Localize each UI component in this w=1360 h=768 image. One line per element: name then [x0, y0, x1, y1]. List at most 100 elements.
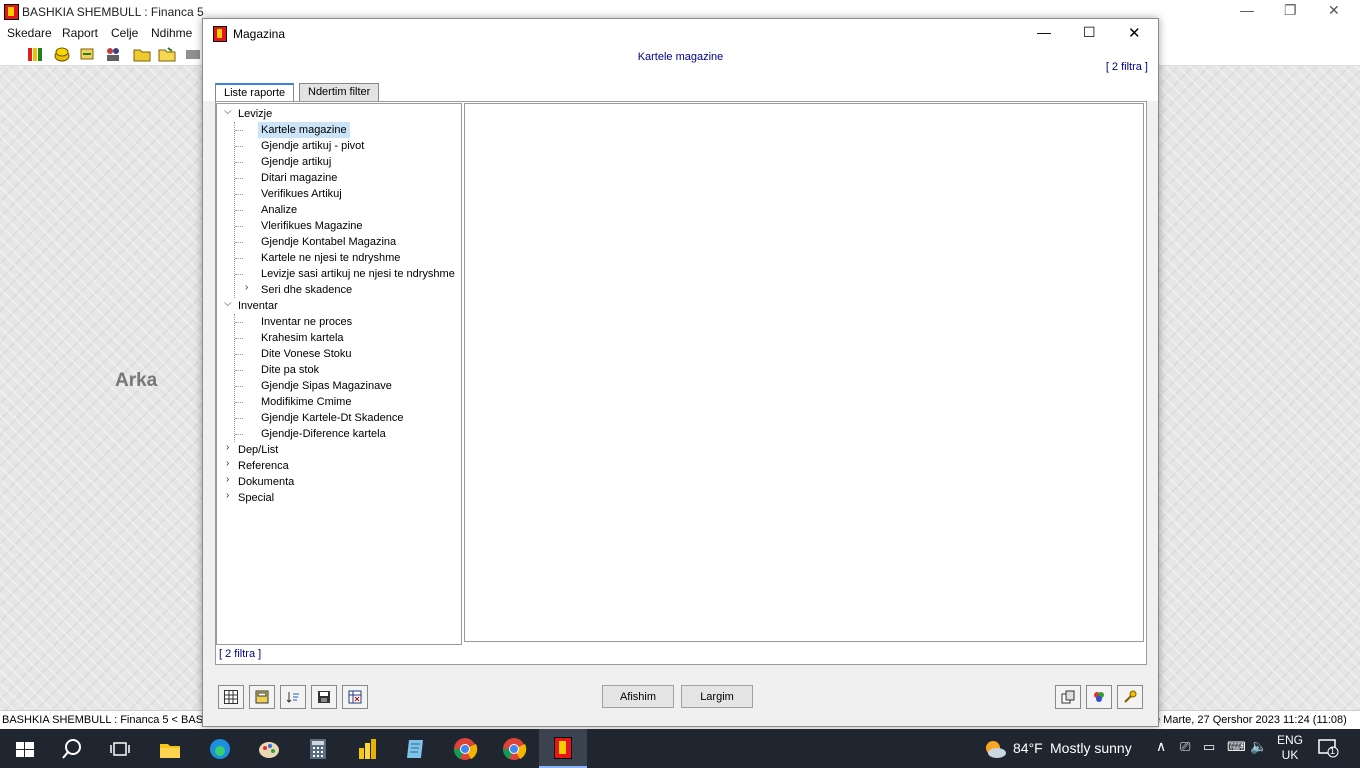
network-icon[interactable]: ⌨ [1227, 739, 1246, 755]
palette-button[interactable] [1086, 685, 1112, 709]
task-view-icon[interactable] [107, 736, 133, 762]
calculator-button[interactable] [249, 685, 275, 709]
edge-browser-icon[interactable] [207, 736, 233, 762]
tree-item-analize[interactable]: Analize [261, 202, 297, 218]
chevron-right-icon[interactable]: › [226, 458, 229, 469]
toolbar-books-icon[interactable] [27, 45, 45, 63]
tree-item-vlerifikues-magazine[interactable]: Vlerifikues Magazine [261, 218, 363, 234]
tree-item-ditari-magazine[interactable]: Ditari magazine [261, 170, 337, 186]
excel-export-button[interactable] [342, 685, 368, 709]
report-preview-pane [464, 103, 1144, 642]
minimize-icon[interactable]: — [1240, 2, 1254, 18]
report-title: Kartele magazine [637, 51, 724, 63]
power-bi-icon[interactable] [354, 736, 380, 762]
lang-bottom: UK [1281, 748, 1299, 762]
copy-icon [1061, 690, 1075, 704]
language-indicator[interactable]: ENG UK [1277, 733, 1303, 763]
chevron-right-icon[interactable]: › [226, 474, 229, 485]
tab-liste-raporte[interactable]: Liste raporte [215, 83, 295, 102]
tree-item-inventar-ne-proces[interactable]: Inventar ne proces [261, 314, 352, 330]
dialog-maximize-icon[interactable]: ☐ [1083, 24, 1096, 41]
menu-celje[interactable]: Celje [111, 26, 138, 40]
restore-icon[interactable]: ❐ [1284, 2, 1297, 19]
wrench-icon [1124, 690, 1137, 703]
battery-icon[interactable]: ▭ [1203, 739, 1215, 755]
tree-group-dokumenta[interactable]: Dokumenta [238, 474, 294, 490]
tree-group-dep-list[interactable]: Dep/List [238, 442, 278, 458]
tree-item-levizje-sasi[interactable]: Levizje sasi artikuj ne njesi te ndryshm… [261, 266, 455, 282]
menu-raport[interactable]: Raport [62, 26, 98, 40]
financa-app-icon [554, 737, 572, 759]
desktop-label-arka[interactable]: Arka [115, 370, 157, 392]
calculator-app-icon[interactable] [305, 736, 331, 762]
tree-item-modifikime-cmime[interactable]: Modifikime Cmime [261, 394, 351, 410]
tree-group-levizje[interactable]: Levizje [238, 106, 272, 122]
tree-item-verifikues-artikuj[interactable]: Verifikues Artikuj [261, 186, 342, 202]
dialog-titlebar: Magazina — ☐ ✕ [203, 19, 1158, 49]
largim-button[interactable]: Largim [681, 685, 753, 708]
save-button[interactable] [311, 685, 337, 709]
chevron-right-icon[interactable]: › [226, 490, 229, 501]
tree-item-gjendje-sipas-magazinave[interactable]: Gjendje Sipas Magazinave [261, 378, 392, 394]
tree-group-inventar[interactable]: Inventar [238, 298, 278, 314]
chrome-icon[interactable] [452, 736, 478, 762]
weather-temperature[interactable]: 84°F [1013, 740, 1043, 756]
tree-group-referenca[interactable]: Referenca [238, 458, 289, 474]
tree-subgroup-seri-skadence[interactable]: Seri dhe skadence [261, 282, 352, 298]
tree-item-kartele-njesi[interactable]: Kartele ne njesi te ndryshme [261, 250, 400, 266]
paint-icon[interactable] [256, 736, 282, 762]
toolbar-folder-icon[interactable] [133, 45, 151, 63]
search-icon[interactable] [60, 736, 86, 762]
afishim-button[interactable]: Afishim [602, 685, 674, 708]
chevron-down-icon[interactable]: ⌵ [224, 298, 232, 309]
magazina-dialog: Magazina — ☐ ✕ Kartele magazine [ 2 filt… [202, 18, 1159, 727]
financa-taskbar-button[interactable] [539, 729, 587, 768]
tree-item-krahesim-kartela[interactable]: Krahesim kartela [261, 330, 344, 346]
weather-description[interactable]: Mostly sunny [1050, 740, 1132, 756]
palette-icon [1094, 692, 1104, 702]
tree-item-gjendje-kontabel[interactable]: Gjendje Kontabel Magazina [261, 234, 396, 250]
menu-ndihme[interactable]: Ndihme [151, 26, 192, 40]
toolbar-folder-open-icon[interactable] [158, 45, 176, 63]
windows-start-icon[interactable] [12, 736, 38, 762]
toolbar-transfer-icon[interactable] [79, 45, 97, 63]
sort-button[interactable] [280, 685, 306, 709]
chevron-down-icon[interactable]: ⌵ [224, 106, 232, 117]
chevron-up-icon[interactable]: ∧ [1156, 738, 1166, 755]
toolbar-print-icon[interactable] [184, 45, 202, 63]
close-icon[interactable]: ✕ [1328, 2, 1340, 19]
notifications-icon[interactable]: 1 [1318, 738, 1340, 758]
toolbar-coins-icon[interactable] [53, 45, 71, 63]
volume-icon[interactable]: 🔈 [1250, 738, 1267, 755]
chrome-profile-icon[interactable] [501, 736, 527, 762]
notification-count: 1 [1330, 746, 1336, 756]
weather-icon[interactable] [983, 738, 1007, 763]
floppy-icon [318, 691, 330, 703]
taskbar: 84°F Mostly sunny ∧ ⎚ ▭ ⌨ 🔈 ENG UK 1 [0, 729, 1360, 768]
tree-item-dite-pa-stok[interactable]: Dite pa stok [261, 362, 319, 378]
tree-item-gjendje-kartele-dt-skadence[interactable]: Gjendje Kartele-Dt Skadence [261, 410, 403, 426]
tree-item-gjendje-diference[interactable]: Gjendje-Diference kartela [261, 426, 386, 442]
tree-item-gjendje-artikuj[interactable]: Gjendje artikuj [261, 154, 331, 170]
tree-item-dite-vonese-stoku[interactable]: Dite Vonese Stoku [261, 346, 352, 362]
tools-button[interactable] [1117, 685, 1143, 709]
grid-view-button[interactable] [218, 685, 244, 709]
chevron-right-icon[interactable]: › [226, 442, 229, 453]
meet-now-icon[interactable]: ⎚ [1180, 739, 1190, 755]
tree-item-kartele-magazine[interactable]: Kartele magazine [258, 122, 350, 138]
dialog-close-icon[interactable]: ✕ [1128, 24, 1141, 42]
tree-group-special[interactable]: Special [238, 490, 274, 506]
grid-icon [224, 690, 238, 704]
tab-ndertim-filter[interactable]: Ndertim filter [299, 83, 380, 101]
filter-count-bottom[interactable]: [ 2 filtra ] [219, 648, 261, 660]
menu-skedare[interactable]: Skedare [7, 26, 52, 40]
report-tree[interactable]: ⌵ Levizje Kartele magazine Gjendje artik… [216, 103, 462, 645]
dialog-minimize-icon[interactable]: — [1037, 24, 1051, 40]
file-explorer-icon[interactable] [157, 736, 183, 762]
notepad-app-icon[interactable] [403, 736, 429, 762]
chevron-right-icon[interactable]: › [245, 282, 248, 293]
toolbar-people-icon[interactable] [104, 45, 122, 63]
tree-item-gjendje-artikuj-pivot[interactable]: Gjendje artikuj - pivot [261, 138, 364, 154]
filter-count-top[interactable]: [ 2 filtra ] [1106, 61, 1148, 73]
copy-button[interactable] [1055, 685, 1081, 709]
